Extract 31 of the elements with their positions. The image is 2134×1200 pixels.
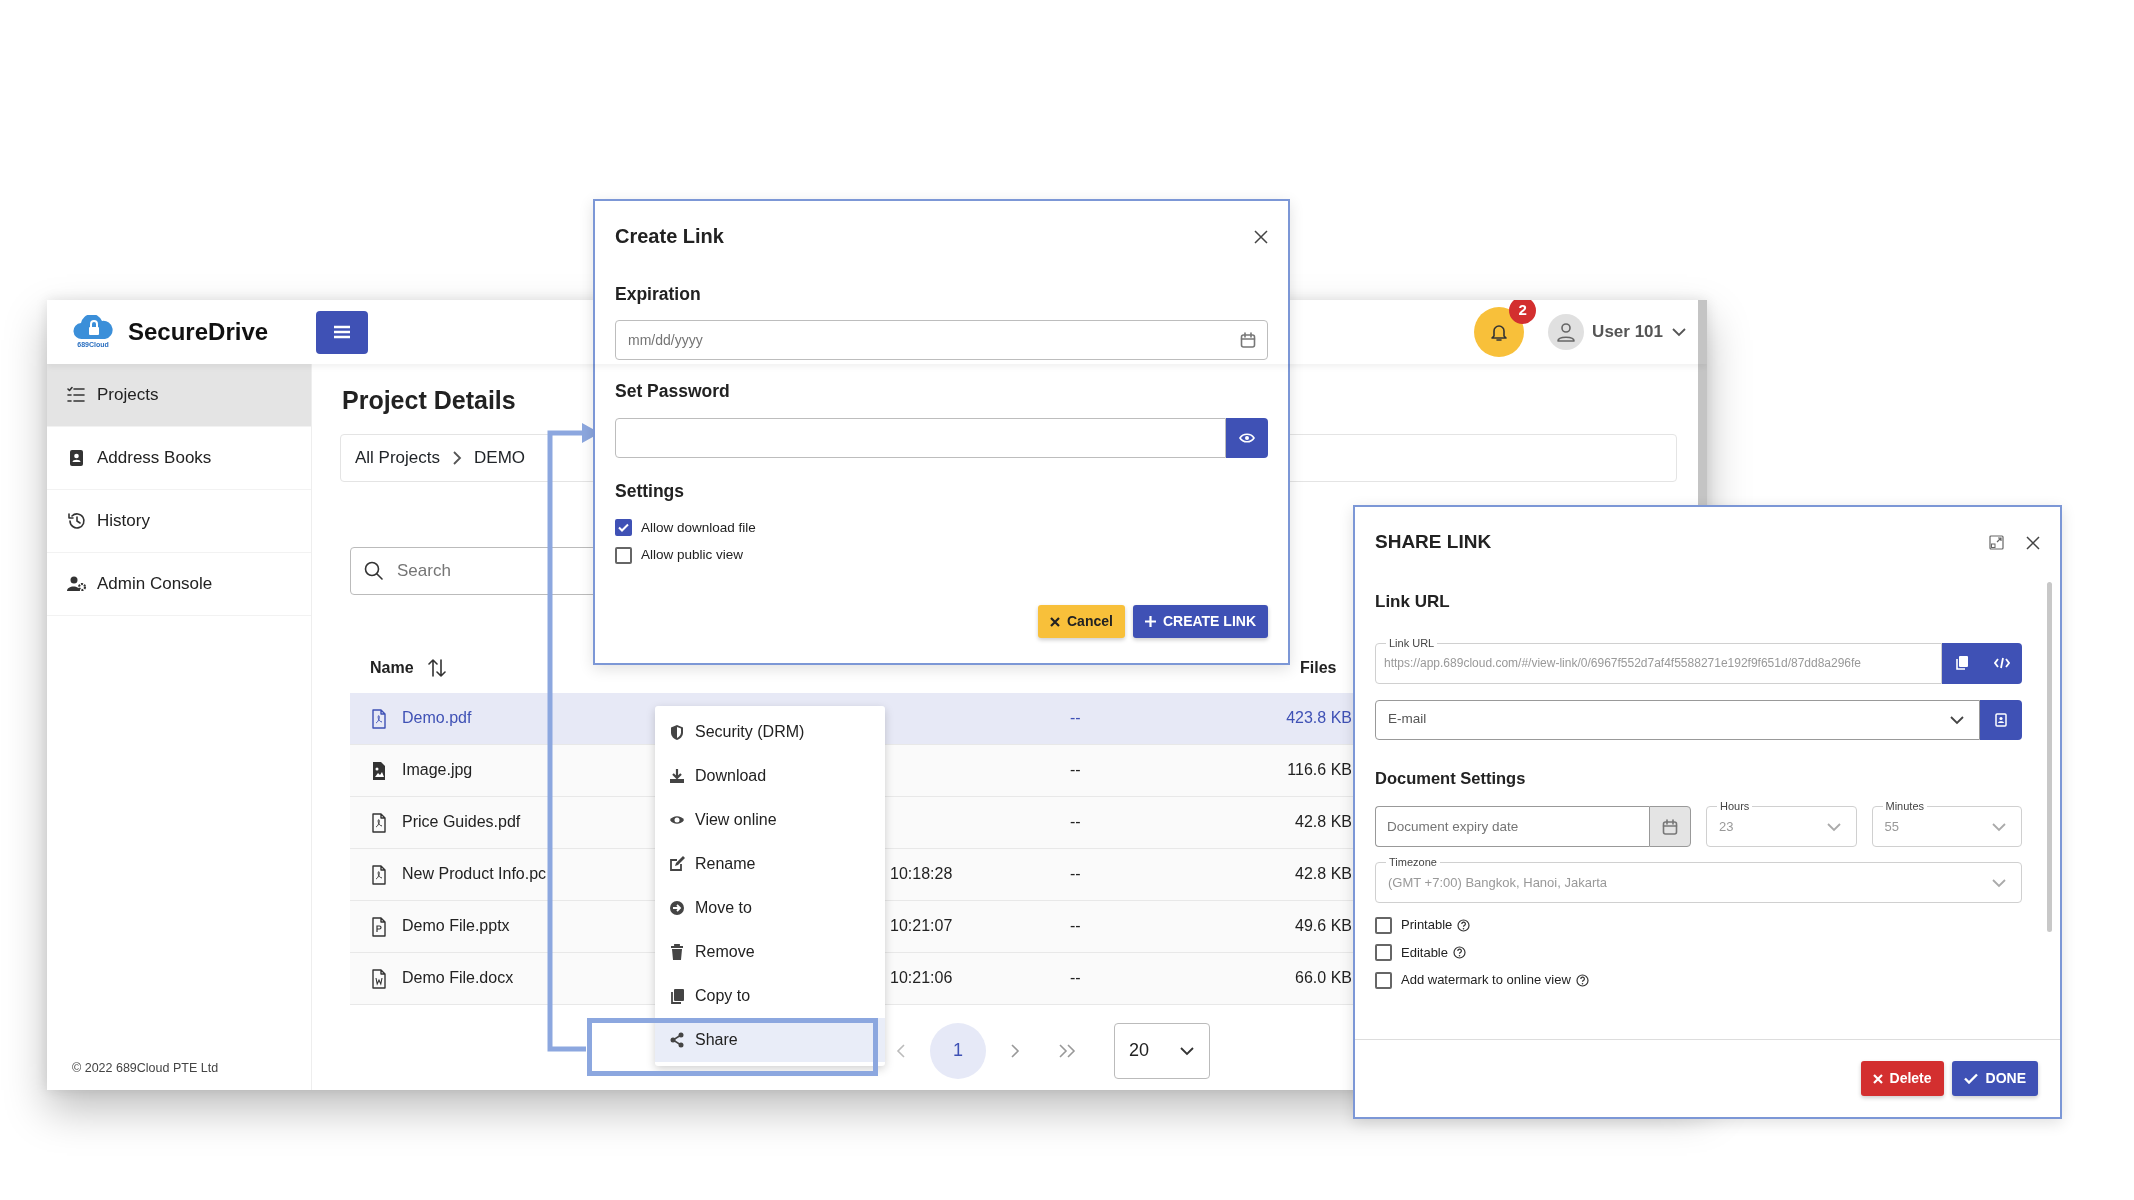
checkbox-label: Add watermark to online view xyxy=(1401,971,1571,990)
dialog-title: SHARE LINK xyxy=(1375,529,1492,554)
field-label: Set Password xyxy=(615,380,731,404)
date-cell: 10:21:06 xyxy=(890,969,953,986)
permission-cell-text: -- xyxy=(1070,812,1081,832)
app-title: SecureDrive xyxy=(128,317,269,347)
size-cell-text: 116.6 KB xyxy=(1287,760,1352,780)
permission-cell-text: -- xyxy=(1070,864,1081,884)
size-cell-text: 66.0 KB xyxy=(1295,968,1352,988)
size-cell-text: 42.8 KB xyxy=(1295,864,1352,884)
permission-cell-text: -- xyxy=(1070,916,1081,936)
page-title: Project Details xyxy=(342,385,516,416)
date-cell: 10:21:07 xyxy=(890,917,953,934)
dialog-title: Create Link xyxy=(615,224,724,249)
field-label: Expiration xyxy=(615,283,702,306)
section-heading: Link URL xyxy=(1375,591,1451,613)
checkbox-label: Allow download file xyxy=(641,518,756,537)
checkbox-label: Allow public view xyxy=(641,546,744,564)
section-heading: Document Settings xyxy=(1375,767,1527,789)
checkbox-label: Printable xyxy=(1401,916,1453,935)
size-cell-text: 423.8 KB xyxy=(1286,708,1352,728)
date-cell: 10:18:28 xyxy=(890,865,953,882)
permission-cell-text: -- xyxy=(1070,760,1081,780)
notification-count: 2 xyxy=(1509,300,1537,324)
section-heading: Settings xyxy=(615,479,686,503)
permission-cell-text: -- xyxy=(1070,708,1081,728)
permission-cell-text: -- xyxy=(1070,968,1081,988)
copyright-text: © 2022 689Cloud PTE Ltd xyxy=(71,1060,220,1078)
url-text: https://app.689cloud.com/#/view-link/0/6967f552d7af4f5588271e192f9f651d/87dd8a296fe xyxy=(1384,655,1862,672)
size-cell-text: 49.6 KB xyxy=(1295,916,1352,936)
size-cell-text: 42.8 KB xyxy=(1295,812,1352,832)
